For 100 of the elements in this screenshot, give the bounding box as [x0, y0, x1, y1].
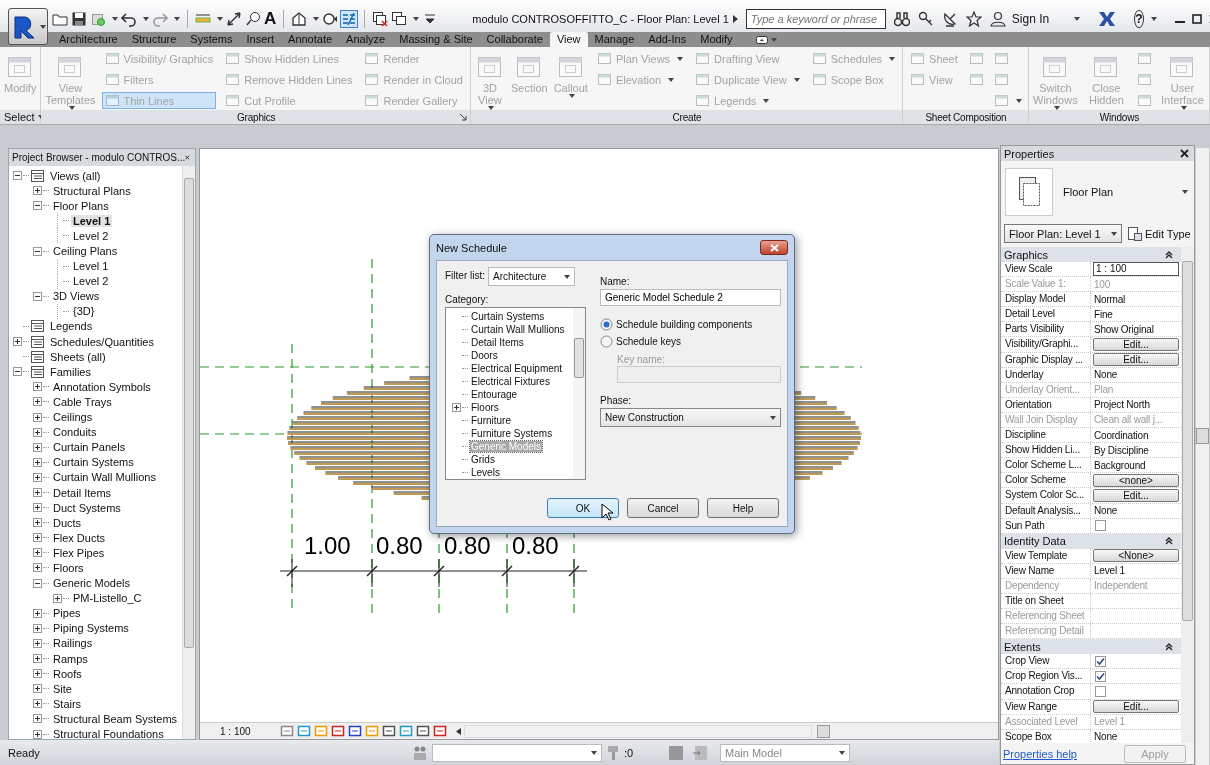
ribbon-tab[interactable]: Systems: [183, 32, 240, 47]
property-button[interactable]: <None>: [1093, 549, 1179, 563]
dialog-title: New Schedule: [436, 241, 507, 254]
property-value: Show Original: [1093, 323, 1154, 335]
list-item[interactable]: Curtain Systems: [470, 311, 546, 322]
view-scale-button[interactable]: 1 : 100: [220, 725, 251, 737]
list-item[interactable]: Levels: [470, 467, 501, 478]
tree-item[interactable]: Railings: [51, 637, 95, 650]
tree-item[interactable]: Floor Plans: [51, 199, 111, 212]
tree-item[interactable]: Ducts: [51, 516, 84, 529]
tree-item[interactable]: Legends: [48, 320, 95, 333]
text-tool-button[interactable]: A: [264, 10, 277, 28]
tree-item[interactable]: Structural Foundations: [51, 728, 166, 739]
tree-item[interactable]: Piping Systems: [51, 622, 131, 635]
tree-item[interactable]: Cable Trays: [51, 395, 114, 408]
tree-item[interactable]: Duct Systems: [51, 501, 123, 514]
property-value: Coordination: [1093, 429, 1149, 441]
tree-item[interactable]: PM-Listello_C: [71, 592, 144, 605]
ribbon-tab[interactable]: Manage: [587, 32, 642, 47]
ribbon-tab[interactable]: Architecture: [52, 32, 125, 47]
search-field[interactable]: Type a keyword or phrase: [745, 9, 886, 29]
list-item[interactable]: Floors: [470, 402, 500, 413]
tree-item[interactable]: Ramps: [51, 652, 90, 665]
list-item[interactable]: Entourage: [470, 389, 519, 400]
properties-help-link[interactable]: Properties help: [1003, 747, 1077, 760]
instance-dropdown[interactable]: Floor Plan: Level 1: [1004, 224, 1122, 243]
ribbon-tab[interactable]: Analyze: [339, 32, 393, 47]
list-item[interactable]: Curtain Wall Mullions: [470, 324, 566, 335]
property-value-field[interactable]: 1 : 100: [1093, 262, 1179, 277]
ribbon-tab[interactable]: Massing & Site: [392, 32, 480, 47]
tree-item[interactable]: {3D}: [71, 305, 97, 318]
ribbon-tab[interactable]: Structure: [124, 32, 184, 47]
tree-item[interactable]: Site: [51, 682, 74, 695]
category-list[interactable]: Curtain Systems Curtain Wall Mullions Detail Items Doors Electrical Equipment Electrical Fixtures Entourage Floors Furniture Furniture Systems Generic Models Grids Levels: [445, 307, 586, 480]
list-item[interactable]: Doors: [470, 350, 499, 361]
tree-item[interactable]: Level 1: [71, 260, 111, 273]
list-item[interactable]: Furniture Systems: [470, 428, 554, 439]
tree-item[interactable]: Level 2: [71, 275, 111, 288]
tree-item[interactable]: Curtain Wall Mullions: [51, 471, 158, 484]
tree-item[interactable]: Structural Plans: [51, 184, 133, 197]
tree-item[interactable]: Detail Items: [51, 486, 114, 499]
tree-item[interactable]: Floors: [51, 562, 86, 574]
list-item[interactable]: Electrical Fixtures: [470, 376, 551, 387]
tree-item[interactable]: Curtain Panels: [51, 441, 128, 454]
tree-item[interactable]: Sheets (all): [48, 350, 108, 363]
tree-item[interactable]: Ceilings: [51, 411, 95, 424]
ribbon-tab[interactable]: Insert: [239, 32, 282, 47]
property-button[interactable]: Edit...: [1093, 700, 1179, 714]
tree-item[interactable]: Generic Models: [51, 577, 133, 590]
phase-dropdown[interactable]: New Construction: [600, 408, 781, 427]
property-name: Scale Value 1:: [1001, 277, 1091, 292]
tree-item[interactable]: Schedules/Quantities: [48, 335, 156, 348]
tree-item[interactable]: Annotation Symbols: [51, 380, 153, 393]
filter-dropdown[interactable]: Architecture: [488, 267, 575, 286]
tree-item[interactable]: Flex Ducts: [51, 531, 107, 544]
tree-item[interactable]: Level 1: [71, 214, 113, 227]
name-field[interactable]: Generic Model Schedule 2: [600, 289, 781, 306]
list-item[interactable]: Grids: [470, 454, 496, 465]
property-button[interactable]: <none>: [1093, 473, 1179, 487]
sign-in-link[interactable]: Sign In: [1011, 12, 1050, 26]
radio-option[interactable]: Schedule building components: [600, 316, 781, 333]
type-selector[interactable]: Floor Plan: [1001, 161, 1194, 223]
list-item[interactable]: Electrical Equipment: [470, 363, 564, 374]
property-name: Visibility/Graphi...: [1001, 337, 1091, 352]
property-name: Dependency: [1001, 578, 1091, 593]
property-value: Normal: [1093, 293, 1126, 305]
ribbon-tab[interactable]: Add-Ins: [641, 32, 694, 47]
ribbon-tab[interactable]: View: [549, 32, 588, 47]
tree-item[interactable]: Flex Pipes: [51, 546, 107, 559]
edit-type-button[interactable]: Edit Type: [1128, 226, 1191, 241]
dialog-button[interactable]: Cancel: [627, 498, 699, 518]
tree-item[interactable]: Pipes: [51, 607, 83, 620]
tree-item[interactable]: Stairs: [51, 697, 84, 710]
list-item[interactable]: Detail Items: [470, 337, 525, 348]
radio-option[interactable]: Schedule keys: [600, 333, 781, 350]
property-button[interactable]: Edit...: [1093, 488, 1179, 502]
property-name: Wall Join Display: [1001, 412, 1091, 428]
tree-item[interactable]: Views (all): [48, 169, 103, 182]
list-item[interactable]: Furniture: [470, 415, 512, 426]
tree-item[interactable]: Level 2: [71, 229, 111, 242]
tree-item[interactable]: Roofs: [51, 667, 84, 680]
ribbon-tab[interactable]: Modify: [693, 32, 740, 47]
tree-item[interactable]: 3D Views: [51, 290, 102, 303]
property-name: Color Scheme L...: [1001, 458, 1091, 473]
property-button[interactable]: Edit...: [1093, 353, 1179, 367]
dialog-button[interactable]: OK: [547, 498, 619, 518]
ribbon-tab[interactable]: Collaborate: [479, 32, 550, 47]
property-button[interactable]: Edit...: [1093, 338, 1179, 351]
ribbon-tab[interactable]: Annotate: [281, 32, 340, 47]
tree-item[interactable]: Ceiling Plans: [51, 245, 120, 257]
dialog-button[interactable]: Help: [707, 498, 779, 518]
model-dropdown[interactable]: Main Model: [720, 743, 850, 762]
tree-item[interactable]: Structural Beam Systems: [51, 712, 180, 725]
panel-title: Windows: [1098, 111, 1139, 123]
tree-item[interactable]: Conduits: [51, 426, 99, 439]
property-value: None: [1093, 731, 1118, 743]
property-name: Referencing Detail: [1001, 624, 1091, 639]
tree-item[interactable]: Families: [48, 365, 93, 378]
property-name: Display Model: [1001, 292, 1091, 307]
tree-item[interactable]: Curtain Systems: [51, 456, 136, 469]
